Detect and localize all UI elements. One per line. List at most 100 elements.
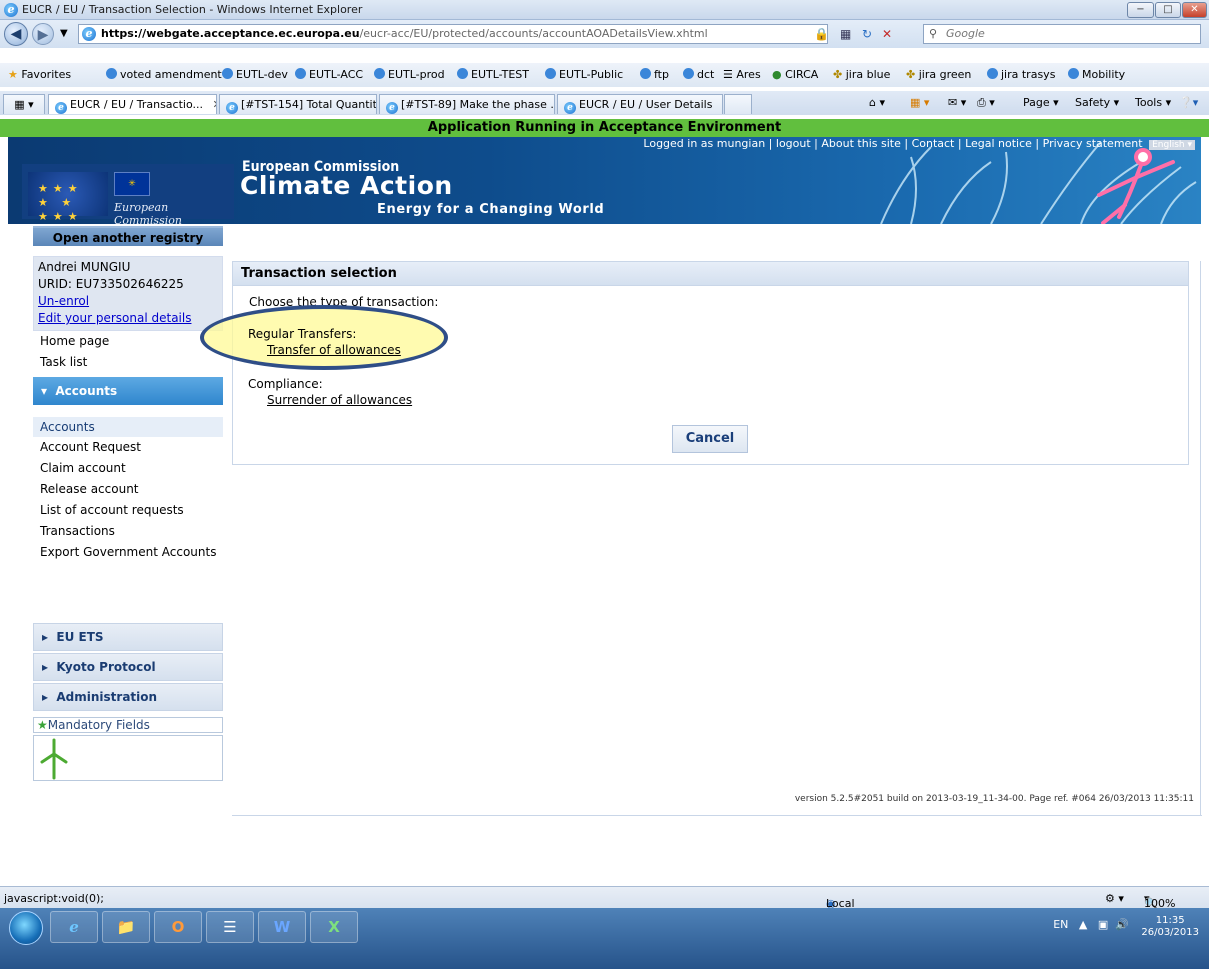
nav-claim-account[interactable]: Claim account [33,458,223,479]
fav-item-circa[interactable]: ● CIRCA [772,68,818,81]
quick-tabs-button[interactable]: ▦ ▾ [3,94,45,114]
feeds-icon[interactable]: ▦ ▾ [910,96,929,109]
language-select[interactable]: English ▾ [1149,140,1195,150]
mail-icon[interactable]: ✉ ▾ [948,96,966,109]
taskbar: e 📁 O ☰ W X EN ▲ ▣ 🔊 11:35 26/03/2013 [0,908,1209,969]
home-icon[interactable]: ⌂ ▾ [869,96,885,109]
page-menu[interactable]: Page ▾ [1023,96,1059,109]
jira-icon: ✤ [833,68,843,81]
page-icon [106,68,117,79]
safety-menu[interactable]: Safety ▾ [1075,96,1119,109]
page-icon [295,68,306,79]
taskbar-database-button[interactable]: ☰ [206,911,254,943]
fav-item-eutl-acc[interactable]: EUTL-ACC [295,68,363,81]
ie-icon: e [4,3,18,17]
nav-task-list[interactable]: Task list [33,352,223,373]
ie-icon: e [564,102,576,114]
fav-item-dct[interactable]: dct [683,68,714,81]
refresh-icon[interactable]: ↻ [862,26,872,42]
maximize-button[interactable]: □ [1155,2,1181,18]
fav-item-ares[interactable]: ☰ Ares [723,68,761,81]
close-button[interactable]: ✕ [1182,2,1207,18]
edit-details-link[interactable]: Edit your personal details [38,311,191,325]
network-icon[interactable]: ▣ [1098,918,1108,931]
close-tab-icon[interactable]: ✕ [212,98,216,111]
left-sidebar: Andrei MUNGIU URID: EU733502646225 Un-en… [33,256,223,781]
fav-item-jira-blue[interactable]: ✤ jira blue [833,68,890,81]
eu-ets-section[interactable]: ▸ EU ETS [33,623,223,651]
fav-item-ftp[interactable]: ftp [640,68,669,81]
help-icon[interactable]: ❔▾ [1179,96,1198,109]
taskbar-excel-button[interactable]: X [310,911,358,943]
transfer-of-allowances-link[interactable]: Transfer of allowances [267,343,401,357]
mandatory-fields-note: ★Mandatory Fields [33,717,223,733]
stars-icon: ★★★ ★ ★ ★★★ [38,182,83,223]
contact-link[interactable]: Contact [912,137,955,150]
banner-title: Climate Action [240,171,453,200]
search-field[interactable]: ⚲ Google [923,24,1201,44]
open-another-registry-button[interactable]: Open another registry [33,226,223,246]
taskbar-explorer-button[interactable]: 📁 [102,911,150,943]
taskbar-outlook-button[interactable]: O [154,911,202,943]
fav-item-eutl-test[interactable]: EUTL-TEST [457,68,529,81]
compat-view-icon[interactable]: ▦ [840,26,851,42]
stop-icon[interactable]: ✕ [882,26,892,42]
fav-item-eutl-prod[interactable]: EUTL-prod [374,68,445,81]
feed-icon: ☰ [723,68,733,81]
taskbar-word-button[interactable]: W [258,911,306,943]
url-field[interactable]: e https://webgate.acceptance.ec.europa.e… [78,24,828,44]
fav-item-jira-green[interactable]: ✤ jira green [906,68,971,81]
regular-transfers-label: Regular Transfers: [248,327,357,341]
cancel-button[interactable]: Cancel [672,425,748,453]
tools-menu[interactable]: Tools ▾ [1135,96,1171,109]
fav-item-mobility[interactable]: Mobility [1068,68,1125,81]
back-button[interactable]: ◀ [4,22,28,46]
surrender-of-allowances-link[interactable]: Surrender of allowances [267,393,412,407]
minimize-button[interactable]: − [1127,2,1154,18]
ie-icon: e [55,102,67,114]
tab-tst-154[interactable]: e[#TST-154] Total Quantity ... [219,94,377,114]
grass-illustration [880,141,1197,224]
kyoto-section[interactable]: ▸ Kyoto Protocol [33,653,223,681]
volume-icon[interactable]: 🔊 [1115,918,1129,931]
administration-section[interactable]: ▸ Administration [33,683,223,711]
about-link[interactable]: About this site [821,137,900,150]
privacy-link[interactable]: Privacy statement [1043,137,1143,150]
tab-transaction-selection[interactable]: eEUCR / EU / Transactio... ✕ [48,94,217,114]
accounts-section-header[interactable]: ▾ Accounts [33,377,223,405]
new-tab-button[interactable] [724,94,752,114]
nav-list-account-requests[interactable]: List of account requests [33,500,223,521]
zoom-control[interactable]: 🔍 100% ▾ [1144,892,1175,910]
ec-logo[interactable]: ★★★ ★ ★ ★★★ ✳ European Commission [22,164,234,224]
unenrol-link[interactable]: Un-enrol [38,294,89,308]
lock-icon[interactable]: 🔒 [814,26,829,42]
nav-accounts[interactable]: Accounts [33,417,223,437]
fav-item-eutl-public[interactable]: EUTL-Public [545,68,623,81]
url-path: /eucr-acc/EU/protected/accounts/accountA… [359,27,708,40]
tray-expand-icon[interactable]: ▲ [1079,918,1087,931]
print-icon[interactable]: ⎙ ▾ [977,96,995,110]
clock[interactable]: 11:35 26/03/2013 [1141,915,1199,939]
tab-tst-89[interactable]: e [#TST-89] Make the phase ... [379,94,555,114]
nav-export-government-accounts[interactable]: Export Government Accounts [33,542,223,563]
protected-mode-icon[interactable]: ⚙ ▾ [1105,892,1124,905]
panel-content: Regular Transfers: Transfer of allowance… [232,261,1189,465]
content-bottom-border [232,815,1202,816]
legal-notice-link[interactable]: Legal notice [965,137,1032,150]
nav-account-request[interactable]: Account Request [33,437,223,458]
tab-user-details[interactable]: e EUCR / EU / User Details [557,94,723,114]
logout-link[interactable]: logout [776,137,811,150]
fav-item-voted-amendment[interactable]: voted amendment [106,68,222,81]
history-dropdown-icon[interactable]: ▼ [60,28,68,39]
forward-button[interactable]: ▶ [32,23,54,45]
favorites-button[interactable]: ★ Favorites [8,68,71,81]
nav-home-page[interactable]: Home page [33,331,223,352]
compliance-label: Compliance: [248,377,323,391]
taskbar-ie-button[interactable]: e [50,911,98,943]
nav-release-account[interactable]: Release account [33,479,223,500]
language-indicator[interactable]: EN [1053,918,1068,931]
fav-item-jira-trasys[interactable]: jira trasys [987,68,1055,81]
start-button[interactable] [9,911,43,945]
nav-transactions[interactable]: Transactions [33,521,223,542]
fav-item-eutl-dev[interactable]: EUTL-dev [222,68,288,81]
